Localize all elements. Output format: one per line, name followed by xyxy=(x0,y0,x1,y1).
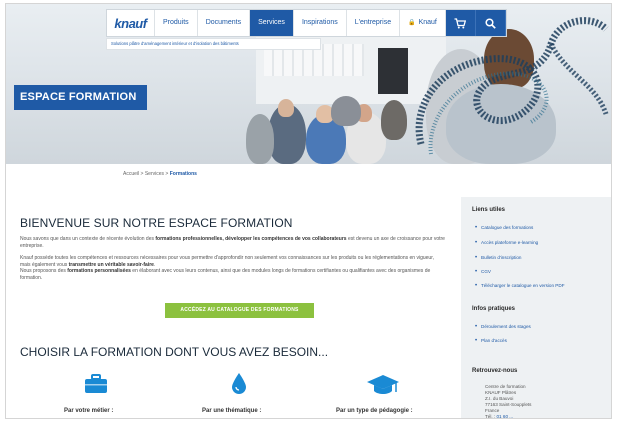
phone-line: Tél. : 01 60 ... xyxy=(485,414,514,419)
phone-label: Tél. : xyxy=(485,414,496,419)
search-icon xyxy=(485,17,496,29)
hero-attendee xyxy=(246,114,274,164)
sidebar-useful-links-title: Liens utiles xyxy=(472,207,506,213)
address-line: Z.I. du Bauvoi xyxy=(485,396,514,401)
nav-item-inspirations[interactable]: Inspirations xyxy=(294,10,347,36)
nav-item-my-knauf-label: Knauf xyxy=(418,19,437,26)
search-button[interactable] xyxy=(475,10,506,36)
phone-link[interactable]: 01 60 ... xyxy=(497,414,514,418)
sidebar-link-pdf[interactable]: Télécharger le catalogue en version PDF xyxy=(475,283,564,289)
intro-bold-2: , développer les compétences de vos coll… xyxy=(222,236,347,242)
choose-heading: CHOISIR LA FORMATION DONT VOUS AVEZ BESO… xyxy=(20,345,329,359)
nav-item-my-knauf[interactable]: 🔒 Knauf xyxy=(400,10,446,36)
page-frame: ESPACE FORMATION knauf Produits Document… xyxy=(5,3,612,419)
hero-attendee xyxy=(278,99,294,117)
briefcase-icon xyxy=(85,374,107,393)
nav-item-produits[interactable]: Produits xyxy=(155,10,198,36)
catalogue-button[interactable]: ACCÉDEZ AU CATALOGUE DES FORMATIONS xyxy=(165,303,314,318)
cart-icon xyxy=(454,17,467,28)
body-bold-2: formations personnalisées xyxy=(67,268,131,275)
sidebar-link-plan[interactable]: Plan d'accès xyxy=(475,338,507,344)
sidebar-link-elearning[interactable]: Accès plateforme e-learning xyxy=(475,240,538,246)
nav-item-documents[interactable]: Documents xyxy=(198,10,251,36)
nav-tagline: Solutions plâtre d'aménagement intérieur… xyxy=(106,38,321,50)
hero-attendee xyxy=(331,96,361,126)
sidebar-practical-info-title: Infos pratiques xyxy=(472,306,516,312)
choice-pedagogie[interactable] xyxy=(366,374,400,401)
sidebar-link-inscription[interactable]: Bulletin d'inscription xyxy=(475,255,522,261)
breadcrumb-current: Formations xyxy=(169,171,197,177)
choice-metier[interactable] xyxy=(85,374,107,399)
logo-text: knauf xyxy=(114,15,147,31)
knauf-logo[interactable]: knauf xyxy=(107,10,155,36)
breadcrumb-separator: > xyxy=(140,171,144,177)
graduation-cap-icon xyxy=(367,375,399,394)
cart-button[interactable] xyxy=(445,10,476,36)
nav-item-entreprise[interactable]: L'entreprise xyxy=(347,10,401,36)
sidebar-link-catalogue[interactable]: Catalogue des formations xyxy=(475,225,533,231)
breadcrumb-services[interactable]: Services xyxy=(145,171,164,177)
body-paragraph: Knauf possède toutes les compétences et … xyxy=(20,255,445,281)
breadcrumb-home[interactable]: Accueil xyxy=(123,171,139,177)
choice-label-pedagogie[interactable]: Par un type de pédagogie : xyxy=(336,408,413,414)
drop-icon xyxy=(232,373,246,394)
body-bold: transmettre un véritable savoir-faire xyxy=(68,261,154,268)
choice-label-metier[interactable]: Par votre métier : xyxy=(64,408,113,414)
choice-thematique[interactable] xyxy=(232,372,246,399)
sidebar-link-cgv[interactable]: CGV xyxy=(475,269,491,275)
intro-text: Nous savons que dans un contexte de réce… xyxy=(20,236,156,242)
intro-paragraph: Nous savons que dans un contexte de réce… xyxy=(20,236,445,249)
address-line: KNAUF Plâtres xyxy=(485,390,517,395)
address-line: France xyxy=(485,408,500,413)
sidebar-link-stages[interactable]: Déroulement des stages xyxy=(475,324,531,330)
body-text-end: . xyxy=(153,261,156,268)
choice-label-thematique[interactable]: Par une thématique : xyxy=(202,408,261,414)
address-line: Centre de formation xyxy=(485,384,526,389)
page-heading: BIENVENUE SUR NOTRE ESPACE FORMATION xyxy=(20,216,293,230)
breadcrumb: Accueil > Services > Formations xyxy=(123,171,197,177)
body-text-2: Nous proposons des xyxy=(20,268,68,275)
sidebar-find-us-title: Retrouvez-nous xyxy=(472,368,518,374)
hero-title: ESPACE FORMATION xyxy=(20,91,137,103)
main-navigation: knauf Produits Documents Services Inspir… xyxy=(106,9,507,37)
intro-bold: formations professionnelles xyxy=(155,236,223,242)
address-line: 77163 Saint-Soupplets xyxy=(485,402,532,407)
breadcrumb-separator: > xyxy=(165,171,169,177)
lock-icon: 🔒 xyxy=(408,20,416,26)
nav-item-services[interactable]: Services xyxy=(250,10,294,36)
